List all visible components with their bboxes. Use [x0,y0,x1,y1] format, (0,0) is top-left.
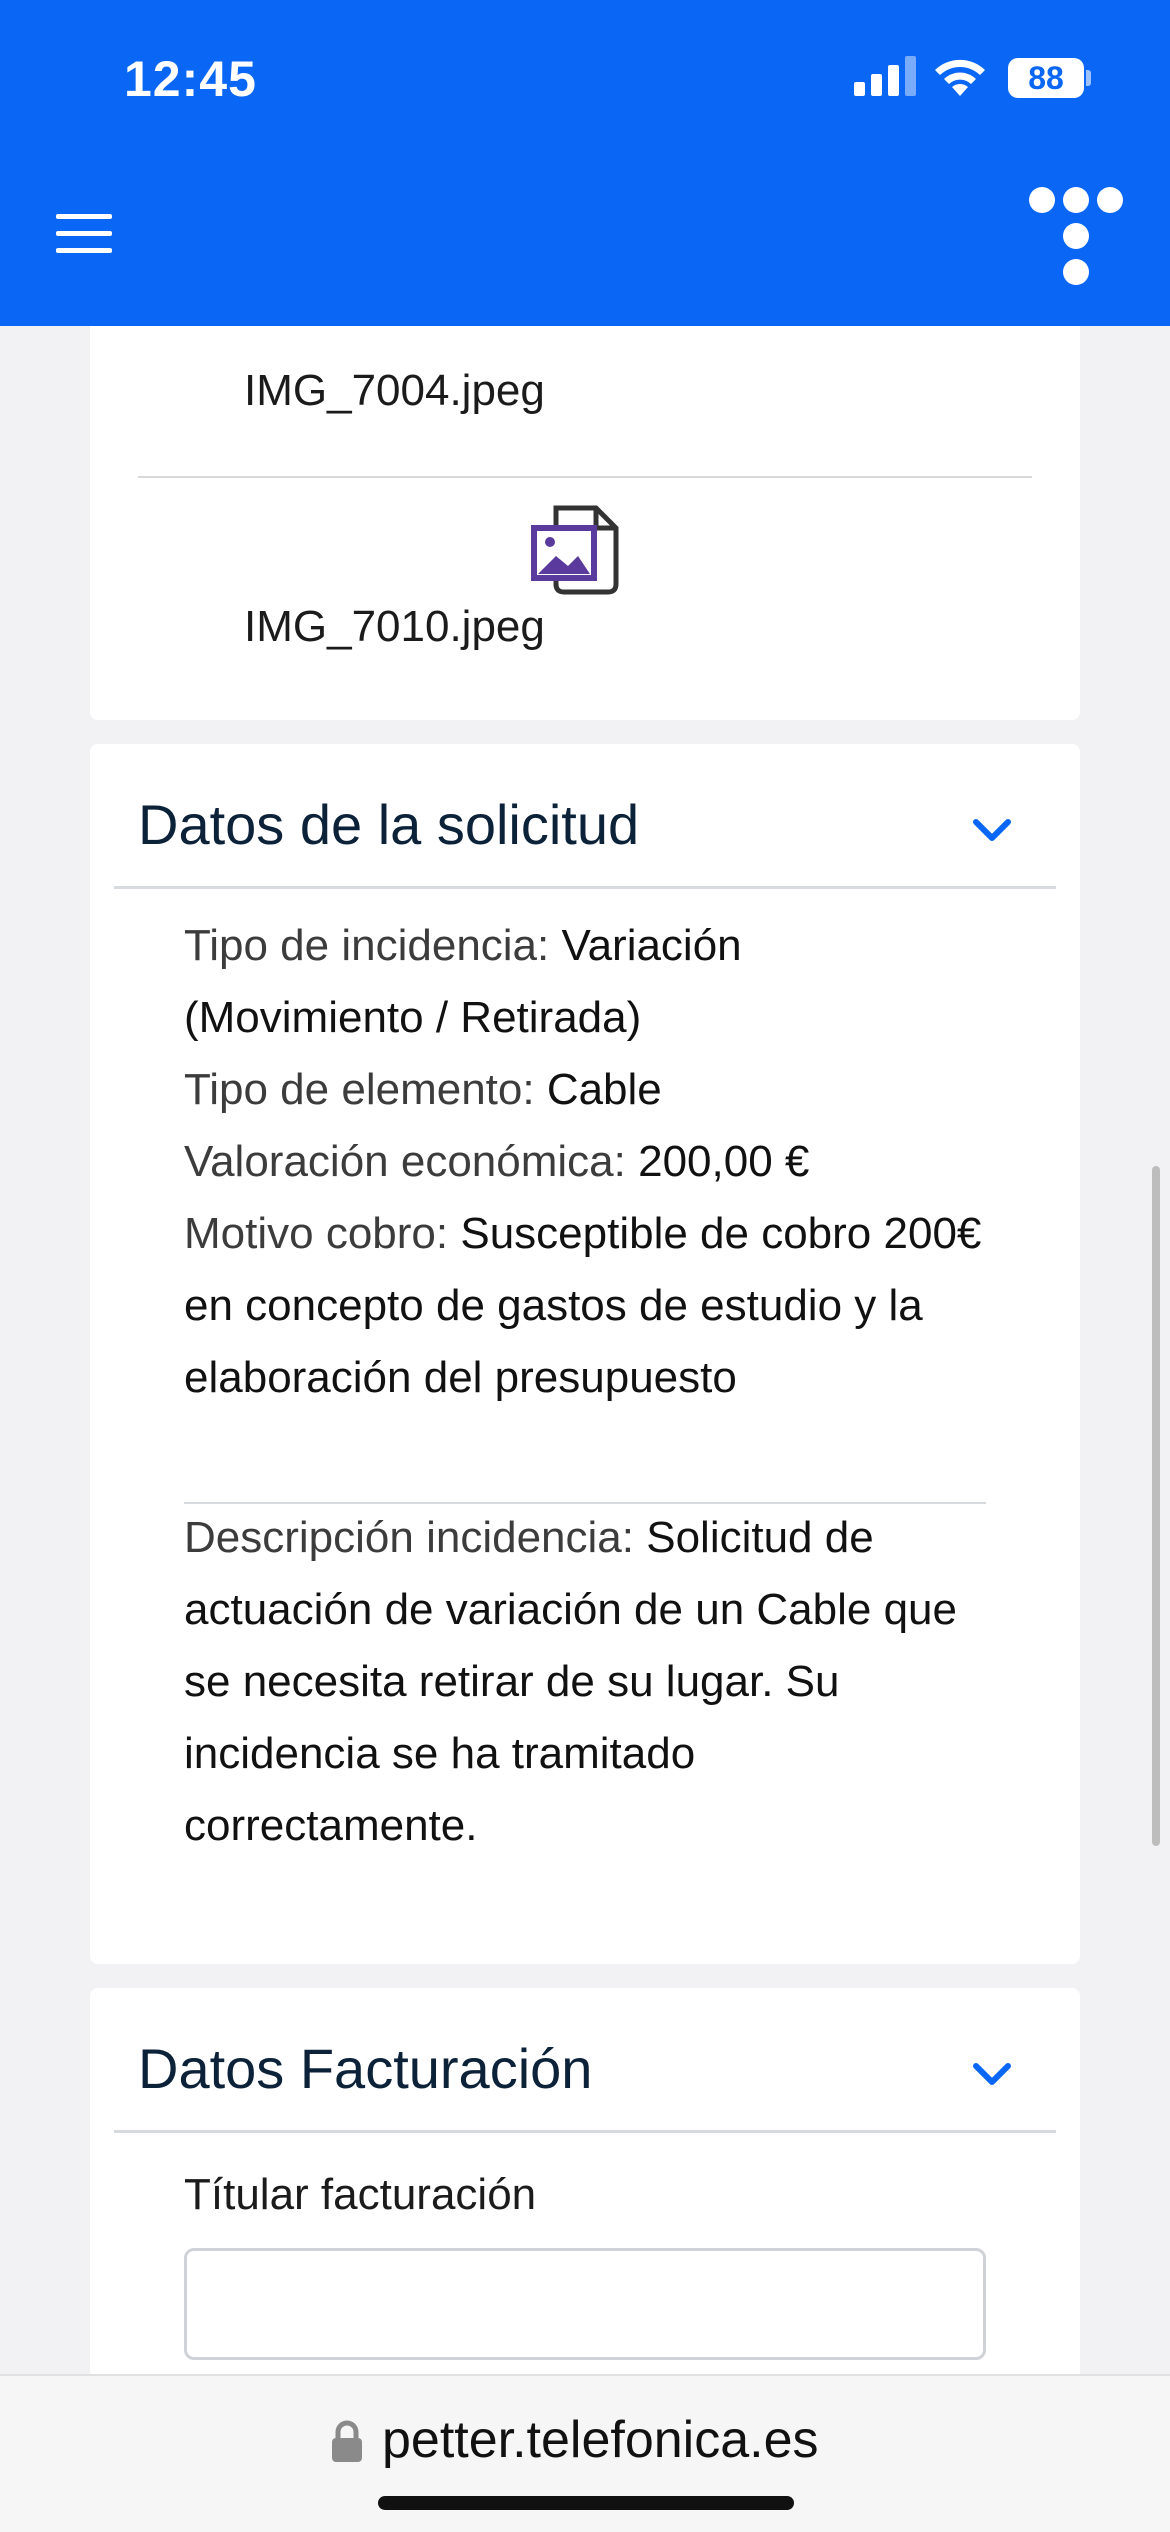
descripcion-value: Solicitud de actuación de variación de u… [184,1513,957,1850]
tipo-incidencia-label: Tipo de incidencia: [184,921,562,970]
chevron-down-icon[interactable] [970,2060,1014,2090]
home-indicator[interactable] [378,2496,794,2510]
section-divider [114,2130,1056,2133]
solicitud-section-title[interactable]: Datos de la solicitud [138,792,639,857]
image-file-icon[interactable] [528,502,624,598]
attachment-file-name[interactable]: IMG_7004.jpeg [244,366,545,416]
wifi-icon [935,59,985,96]
battery-cap [1086,70,1091,86]
chevron-down-icon[interactable] [970,816,1014,846]
solicitud-card: Datos de la solicitud Tipo de incidencia… [90,744,1080,1964]
status-time: 12:45 [124,51,257,107]
attachment-divider [138,476,1032,478]
section-divider [114,886,1056,889]
titular-facturacion-input[interactable] [184,2248,986,2360]
facturacion-card: Datos Facturación Títular facturación [90,1988,1080,2374]
telefonica-logo-icon[interactable] [1028,186,1124,286]
status-bar: 12:45 88 [0,0,1170,150]
browser-url-bar[interactable]: petter.telefonica.es [0,2374,1170,2532]
tipo-incidencia-row: Tipo de incidencia: Variación (Movimient… [184,910,984,1054]
facturacion-section-title[interactable]: Datos Facturación [138,2036,592,2101]
app-header [0,150,1170,326]
valoracion-label: Valoración económica: [184,1137,639,1186]
tipo-elemento-row: Tipo de elemento: Cable [184,1054,984,1126]
cellular-signal-icon [854,56,916,96]
content-area[interactable]: IMG_7004.jpeg IMG_7010.jpeg Datos de la … [0,326,1170,2374]
tipo-elemento-value: Cable [546,1065,662,1114]
descripcion-block: Descripción incidencia: Solicitud de act… [184,1502,984,1862]
descripcion-label: Descripción incidencia: [184,1513,647,1562]
valoracion-row: Valoración económica: 200,00 € [184,1126,984,1198]
battery-level: 88 [1008,58,1084,98]
lock-icon [332,2420,362,2462]
incidencia-details: Tipo de incidencia: Variación (Movimient… [184,910,984,1414]
attachments-card: IMG_7004.jpeg IMG_7010.jpeg [90,326,1080,720]
valoracion-value: 200,00 € [638,1137,810,1186]
motivo-row: Motivo cobro: Susceptible de cobro 200€ … [184,1198,984,1414]
attachment-file-name[interactable]: IMG_7010.jpeg [244,602,545,652]
motivo-label: Motivo cobro: [184,1209,461,1258]
titular-facturacion-label: Títular facturación [184,2170,537,2219]
menu-icon[interactable] [56,214,112,254]
tipo-elemento-label: Tipo de elemento: [184,1065,547,1114]
scrollbar[interactable] [1152,1166,1160,1846]
url-text[interactable]: petter.telefonica.es [382,2410,819,2470]
